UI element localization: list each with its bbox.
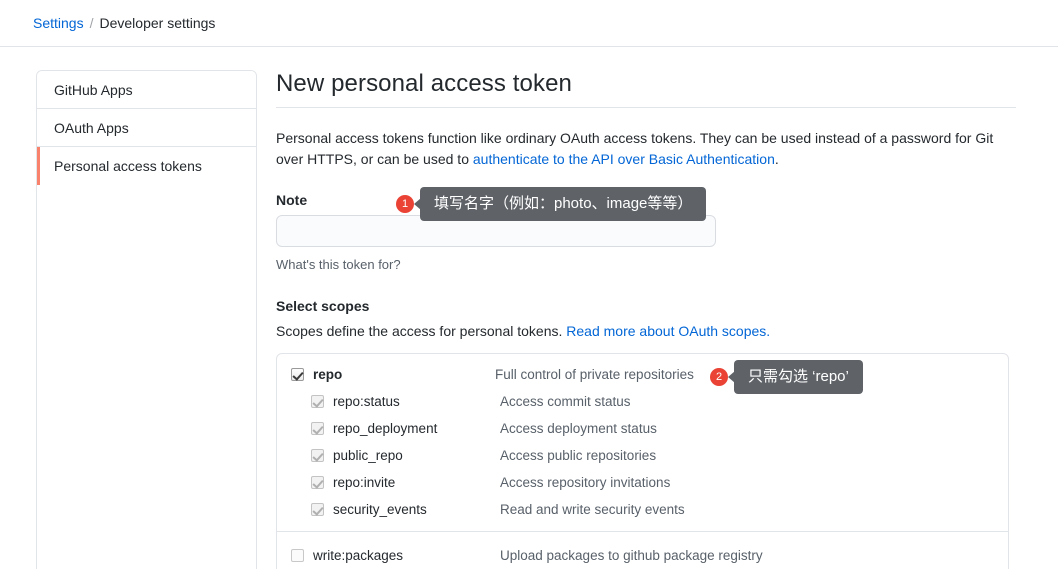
scope-description: Access deployment status: [500, 421, 657, 436]
sidebar-item-personal-access-tokens[interactable]: Personal access tokens: [37, 147, 256, 185]
annotation-callout-2: 2 只需勾选 ‘repo’: [710, 360, 863, 394]
sidebar-item-oauth-apps[interactable]: OAuth Apps: [37, 109, 256, 147]
scope-description: Access public repositories: [500, 448, 657, 463]
scope-row-repo[interactable]: repo Full control of private repositorie…: [277, 361, 1008, 388]
scope-description: Full control of private repositories: [495, 367, 694, 382]
scope-group-write-packages: write:packages Upload packages to github…: [277, 532, 1008, 569]
scope-row-public-repo[interactable]: public_repo Access public repositories: [277, 442, 1008, 469]
scope-description: Upload packages to github package regist…: [500, 547, 763, 563]
oauth-scopes-link[interactable]: Read more about OAuth scopes.: [566, 323, 770, 339]
scopes-subtitle-text: Scopes define the access for personal to…: [276, 323, 567, 339]
scope-row-repo-status[interactable]: repo:status Access commit status: [277, 388, 1008, 415]
breadcrumb-settings-link[interactable]: Settings: [33, 15, 84, 31]
sidebar-item-github-apps[interactable]: GitHub Apps: [37, 71, 256, 109]
checkbox-repo-invite: [311, 476, 324, 489]
main-content: New personal access token Personal acces…: [276, 70, 1016, 569]
annotation-callout-1: 1 填写名字（例如：photo、image等等）: [396, 187, 707, 221]
select-scopes-title: Select scopes: [276, 298, 370, 314]
scope-name: repo_deployment: [333, 421, 438, 436]
scope-group-repo: repo Full control of private repositorie…: [277, 354, 1008, 531]
scope-name: repo:status: [333, 394, 400, 409]
scope-description: Access commit status: [500, 394, 631, 409]
scope-name: write:packages: [313, 547, 404, 563]
scope-name: security_events: [333, 502, 427, 517]
scope-description: Access repository invitations: [500, 475, 671, 490]
annotation-bubble: 只需勾选 ‘repo’: [734, 360, 863, 394]
page-body: GitHub Apps OAuth Apps Personal access t…: [0, 47, 1058, 569]
sidebar-item-label: GitHub Apps: [54, 81, 133, 98]
page-title: New personal access token: [276, 70, 1016, 108]
checkbox-security-events: [311, 503, 324, 516]
checkbox-public-repo: [311, 449, 324, 462]
scope-name: repo: [313, 367, 343, 382]
basic-authentication-link[interactable]: authenticate to the API over Basic Authe…: [473, 151, 775, 167]
scope-name: repo:invite: [333, 475, 396, 490]
scope-row-write-packages[interactable]: write:packages Upload packages to github…: [277, 539, 1008, 569]
sidebar-item-label: OAuth Apps: [54, 119, 129, 136]
scope-row-security-events[interactable]: security_events Read and write security …: [277, 496, 1008, 523]
sidebar-item-label: Personal access tokens: [54, 158, 202, 174]
checkbox-repo-deployment: [311, 422, 324, 435]
note-help-text: What's this token for?: [276, 257, 401, 272]
breadcrumb-current: Developer settings: [99, 15, 216, 31]
scope-description: Read and write security events: [500, 502, 685, 517]
scope-row-repo-deployment[interactable]: repo_deployment Access deployment status: [277, 415, 1008, 442]
annotation-badge: 1: [396, 195, 414, 213]
settings-sidebar: GitHub Apps OAuth Apps Personal access t…: [36, 70, 257, 569]
scopes-box: repo Full control of private repositorie…: [276, 353, 1009, 569]
intro-text-after: .: [774, 151, 779, 167]
checkbox-repo-status: [311, 395, 324, 408]
breadcrumb-separator: /: [89, 15, 94, 31]
intro-paragraph: Personal access tokens function like ord…: [276, 128, 1014, 170]
scope-row-repo-invite[interactable]: repo:invite Access repository invitation…: [277, 469, 1008, 496]
breadcrumb: Settings / Developer settings: [33, 15, 215, 31]
select-scopes-subtitle: Scopes define the access for personal to…: [276, 323, 1016, 339]
annotation-bubble: 填写名字（例如：photo、image等等）: [420, 187, 707, 221]
annotation-badge: 2: [710, 368, 728, 386]
checkbox-write-packages[interactable]: [291, 548, 304, 562]
checkbox-repo[interactable]: [291, 368, 304, 381]
scope-name: public_repo: [333, 448, 403, 463]
page-header: Settings / Developer settings: [0, 0, 1058, 47]
